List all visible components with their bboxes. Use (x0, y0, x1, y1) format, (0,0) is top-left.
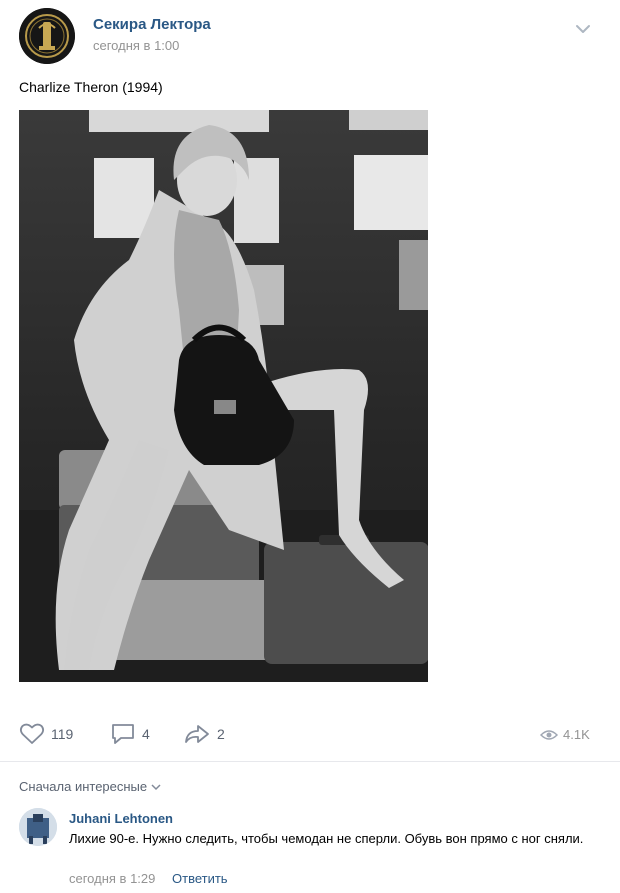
post-card: Секира Лектора сегодня в 1:00 Charlize T… (0, 0, 620, 893)
photo-image (19, 110, 428, 682)
chevron-down-icon (151, 783, 161, 790)
share-arrow-icon (185, 725, 209, 743)
comment-count: 4 (142, 726, 150, 742)
reply-button[interactable]: Ответить (172, 871, 228, 886)
post-actions: 119 4 2 (0, 716, 620, 752)
post-photo[interactable] (19, 110, 428, 682)
community-avatar[interactable] (19, 8, 75, 64)
comment-button[interactable]: 4 (110, 716, 150, 752)
comment-icon (112, 724, 134, 744)
like-count: 119 (51, 726, 74, 742)
post-text: Charlize Theron (1994) (19, 79, 163, 95)
comment-time[interactable]: сегодня в 1:29 (69, 871, 155, 886)
views-counter: 4.1K (540, 727, 590, 742)
heart-icon (19, 723, 45, 744)
comment-text: Лихие 90-е. Нужно следить, чтобы чемодан… (69, 831, 584, 846)
comment-author-avatar[interactable] (19, 808, 57, 846)
avatar-image (19, 808, 57, 846)
comments-sort-dropdown[interactable]: Сначала интересные (19, 779, 162, 794)
views-count: 4.1K (563, 727, 590, 742)
post-header: Секира Лектора сегодня в 1:00 (0, 0, 620, 72)
comment-author[interactable]: Juhani Lehtonen (69, 811, 173, 826)
share-count: 2 (217, 726, 225, 742)
post-author[interactable]: Секира Лектора (93, 16, 211, 33)
eye-icon (540, 729, 558, 740)
community-logo-icon (19, 8, 75, 64)
share-button[interactable]: 2 (183, 716, 225, 752)
like-button[interactable]: 119 (19, 716, 73, 752)
sort-label: Сначала интересные (19, 779, 148, 794)
post-time[interactable]: сегодня в 1:00 (93, 38, 179, 53)
post-menu-chevron-icon[interactable] (572, 18, 594, 40)
divider (0, 761, 620, 762)
